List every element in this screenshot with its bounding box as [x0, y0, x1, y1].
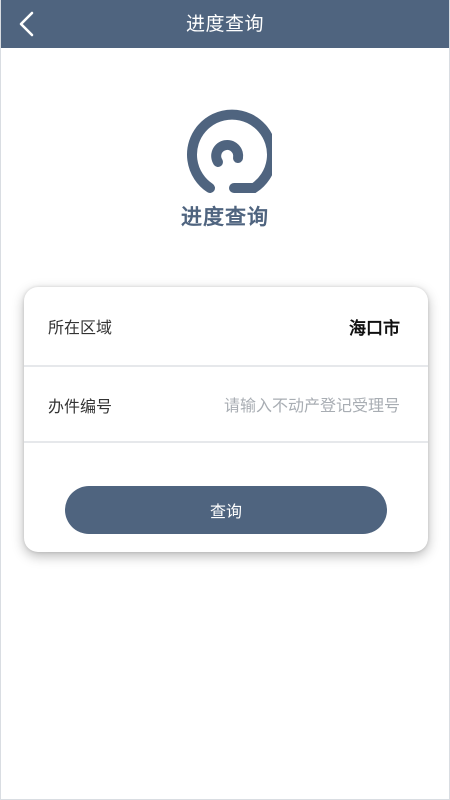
logo-title: 进度查询 — [181, 205, 269, 229]
case-number-row: 办件编号 — [24, 369, 428, 443]
region-value[interactable]: 海口市 — [349, 314, 400, 339]
region-label: 所在区域 — [48, 318, 113, 337]
query-form-card: 所在区域 海口市 办件编号 查询 — [24, 287, 428, 552]
swirl-logo-icon — [187, 109, 272, 193]
app-header: 进度查询 — [1, 0, 449, 48]
case-number-input[interactable] — [180, 395, 400, 415]
case-number-label: 办件编号 — [48, 397, 113, 416]
query-button[interactable]: 查询 — [65, 486, 387, 534]
page-title: 进度查询 — [185, 13, 264, 35]
region-row[interactable]: 所在区域 海口市 — [24, 287, 428, 367]
